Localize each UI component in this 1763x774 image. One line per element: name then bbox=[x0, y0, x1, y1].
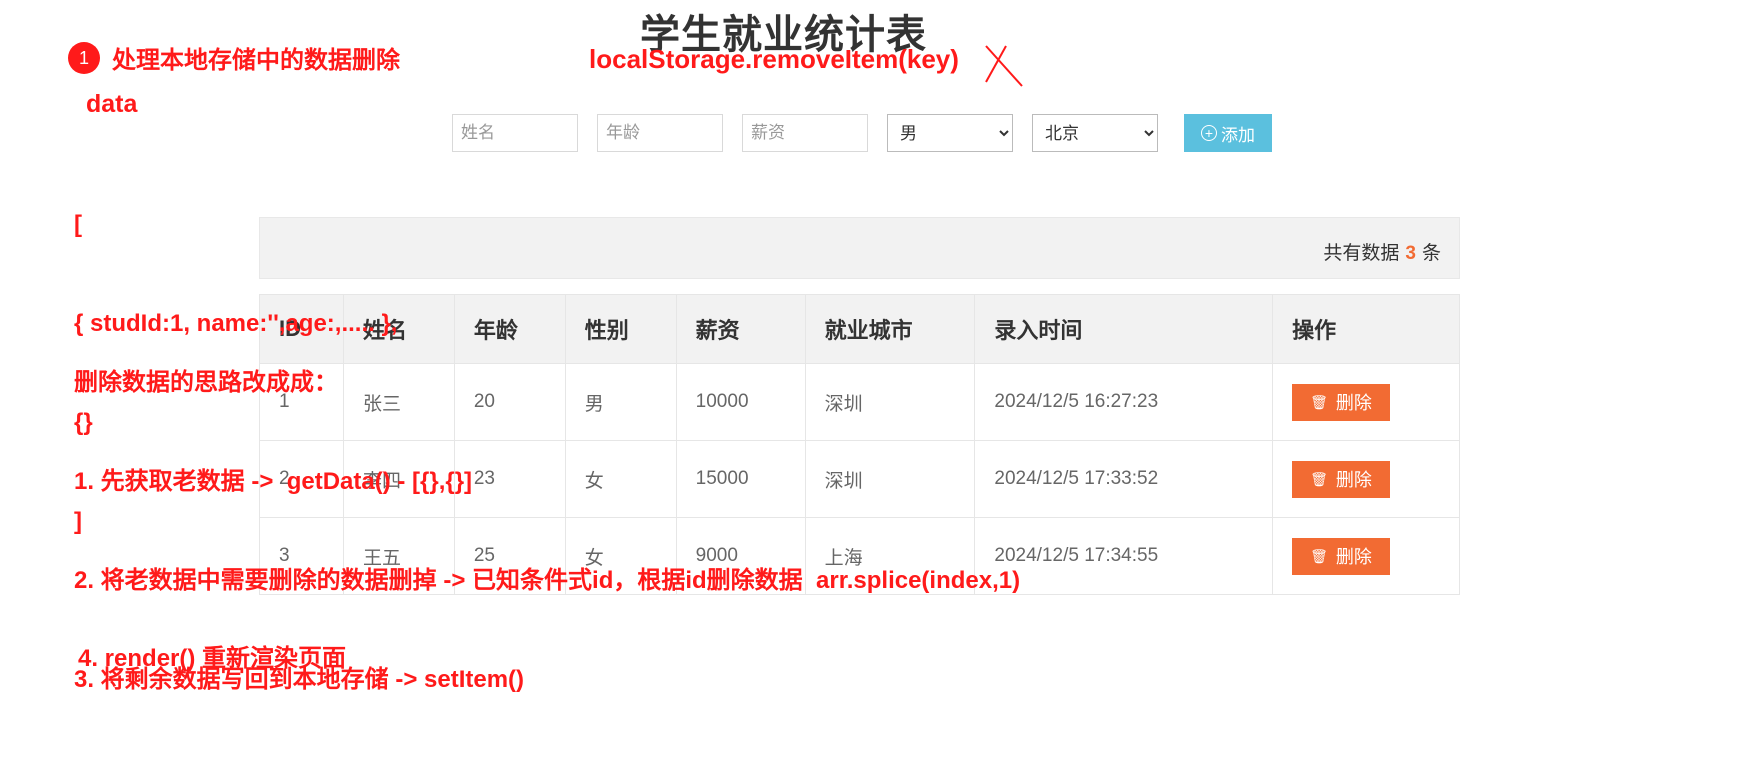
delete-button-label: 删除 bbox=[1335, 470, 1372, 490]
delete-button-label: 删除 bbox=[1335, 547, 1372, 567]
annotation-render-step: 4. render() 重新渲染页面 bbox=[78, 645, 347, 672]
column-header-action: 操作 bbox=[1272, 294, 1460, 364]
step-number-badge: 1 bbox=[68, 42, 100, 74]
annotation-data-label: data bbox=[86, 90, 138, 118]
cross-mark-icon bbox=[985, 45, 1023, 87]
age-input[interactable] bbox=[597, 114, 723, 152]
gender-select[interactable]: 男 bbox=[887, 114, 1013, 152]
step-line: 2. 将老数据中需要删除的数据删掉 -> 已知条件式id，根据id删除数据 ar… bbox=[74, 567, 1021, 594]
record-count: 3 bbox=[1405, 243, 1416, 264]
name-input[interactable] bbox=[452, 114, 578, 152]
salary-input[interactable] bbox=[742, 114, 868, 152]
delete-button[interactable]: 🗑 删除 bbox=[1292, 537, 1390, 575]
code-line: [ bbox=[74, 211, 82, 238]
plus-circle-icon: + bbox=[1201, 125, 1217, 141]
cell-action: 🗑 删除 bbox=[1272, 517, 1460, 595]
annotation-api: localStorage.removeItem(key) bbox=[589, 44, 959, 74]
delete-button[interactable]: 🗑 删除 bbox=[1292, 383, 1390, 421]
record-count-text: 共有数据 3 条 bbox=[1323, 238, 1441, 265]
summary-bar: 共有数据 3 条 bbox=[259, 217, 1460, 279]
delete-button[interactable]: 🗑 删除 bbox=[1292, 460, 1390, 498]
steps-title: 删除数据的思路改成成： bbox=[74, 369, 338, 396]
cell-action: 🗑 删除 bbox=[1272, 363, 1460, 441]
annotation-heading: 处理本地存储中的数据删除 bbox=[112, 47, 400, 74]
add-button[interactable]: + 添加 bbox=[1184, 114, 1272, 152]
delete-button-label: 删除 bbox=[1335, 393, 1372, 413]
trash-icon: 🗑 bbox=[1310, 393, 1328, 410]
trash-icon: 🗑 bbox=[1310, 470, 1328, 487]
record-count-prefix: 共有数据 bbox=[1323, 243, 1400, 264]
record-count-suffix: 条 bbox=[1421, 243, 1441, 264]
step-line: 1. 先获取老数据 -> getData() - [{},{}] bbox=[74, 468, 473, 495]
city-select[interactable]: 北京 bbox=[1032, 114, 1158, 152]
cell-action: 🗑 删除 bbox=[1272, 440, 1460, 518]
add-button-label: 添加 bbox=[1221, 125, 1255, 145]
trash-icon: 🗑 bbox=[1310, 547, 1328, 564]
